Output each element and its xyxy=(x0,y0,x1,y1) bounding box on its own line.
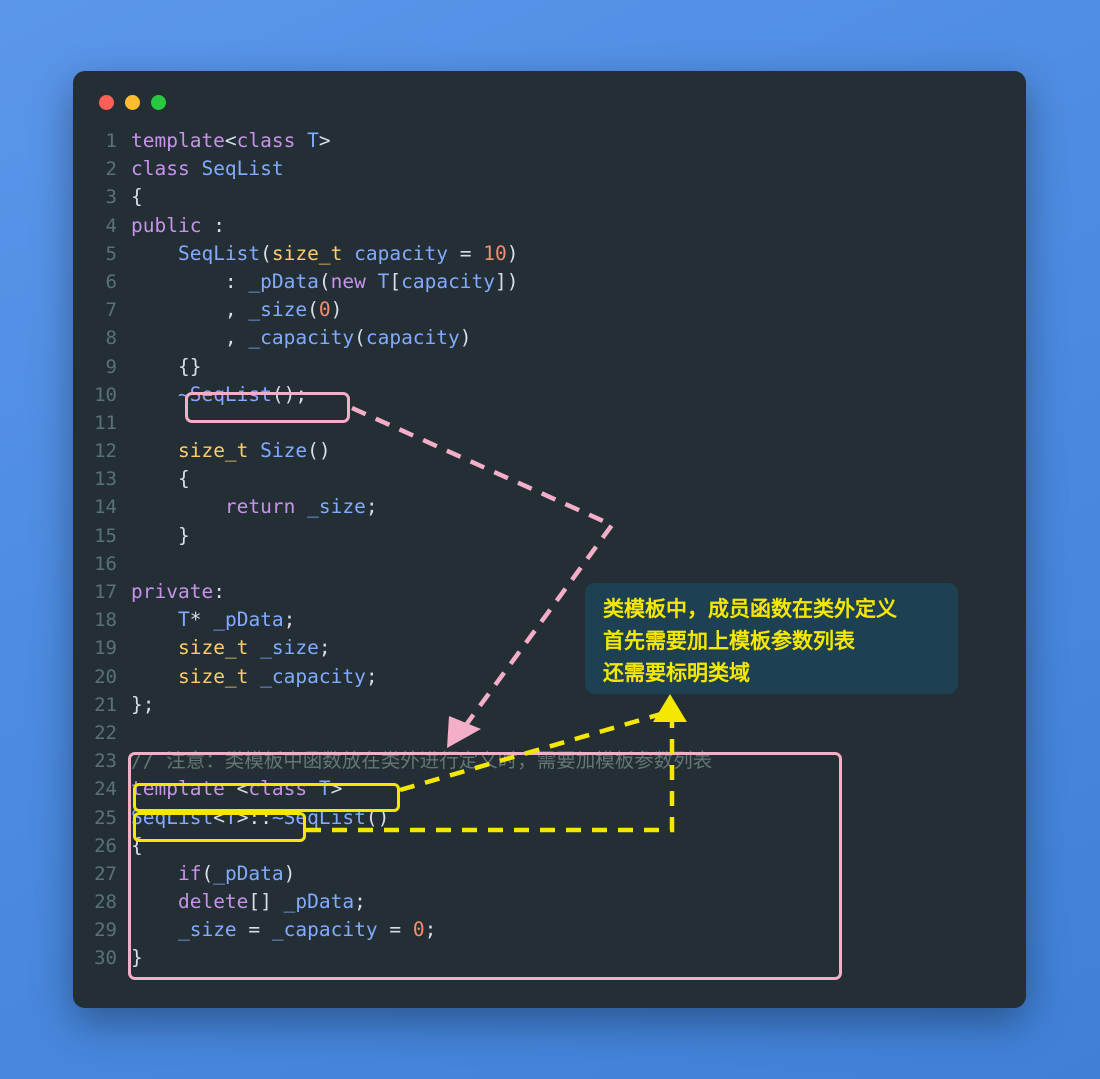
code-line-text: _size = _capacity = 0; xyxy=(177,918,437,942)
line-number: 28 xyxy=(94,891,117,914)
code-line-text: size_t _size; xyxy=(177,636,331,660)
line-number: 23 xyxy=(94,750,117,773)
code-line-text: public : xyxy=(131,213,225,237)
code-line[interactable]: 25 SeqList<T>::~SeqList() xyxy=(73,804,1026,832)
code-line[interactable]: 16 xyxy=(73,550,1026,578)
code-editor-window: 1 template<class T> 2 class SeqList 3{4 publi… xyxy=(73,71,1026,1008)
line-number: 5 xyxy=(105,242,117,265)
code-line-text: : _pData(new T[capacity]) xyxy=(224,269,519,293)
code-line-text: {} xyxy=(177,354,202,378)
code-line-text: // 注意：类模板中函数放在类外进行定义时，需要加模板参数列表 xyxy=(131,749,713,773)
line-number: 12 xyxy=(94,440,117,463)
code-line-text: private: xyxy=(131,580,225,603)
code-line[interactable]: 14 return _size; xyxy=(73,493,1026,521)
code-line-text: size_t _capacity; xyxy=(177,664,378,688)
line-number: 27 xyxy=(94,862,117,885)
code-line-text: if(_pData) xyxy=(177,861,296,885)
code-line-text: } xyxy=(177,523,190,547)
code-line[interactable]: 9 {} xyxy=(73,353,1026,381)
code-line[interactable]: 22 xyxy=(73,719,1026,747)
code-line[interactable]: 21}; xyxy=(73,691,1026,719)
line-number: 2 xyxy=(105,158,117,181)
line-number: 30 xyxy=(94,947,117,970)
line-number: 16 xyxy=(94,552,117,575)
code-line-text: , _size(0) xyxy=(224,298,343,322)
minimize-button[interactable] xyxy=(125,95,140,110)
code-line-text: { xyxy=(177,467,190,491)
line-number: 26 xyxy=(94,834,117,857)
code-line-text: { xyxy=(131,833,143,857)
line-number: 20 xyxy=(94,665,117,688)
code-line-text: size_t Size() xyxy=(177,439,331,463)
code-line-text: }; xyxy=(131,692,155,716)
code-line[interactable]: 18 T* _pData; xyxy=(73,606,1026,634)
line-number: 1 xyxy=(105,130,117,152)
code-line-text: { xyxy=(131,185,143,209)
code-line[interactable]: 11 xyxy=(73,409,1026,437)
code-line-text: return _size; xyxy=(224,495,378,519)
code-line-text: ~SeqList(); xyxy=(177,382,308,406)
code-line[interactable]: 10 ~SeqList(); xyxy=(73,381,1026,409)
line-number: 4 xyxy=(105,214,117,237)
code-line-text: } xyxy=(131,946,143,970)
line-number: 17 xyxy=(94,581,117,603)
line-number: 10 xyxy=(94,383,117,406)
code-line[interactable]: 24 template <class T> xyxy=(73,775,1026,803)
line-number: 22 xyxy=(94,721,117,744)
line-number: 19 xyxy=(94,637,117,660)
code-line[interactable]: 17 private: xyxy=(73,578,1026,606)
code-line[interactable]: 13 { xyxy=(73,465,1026,493)
line-number: 18 xyxy=(94,609,117,632)
code-line[interactable]: 2 class SeqList xyxy=(73,155,1026,183)
code-line[interactable]: 12 size_t Size() xyxy=(73,437,1026,465)
code-line-text: SeqList<T>::~SeqList() xyxy=(131,805,390,829)
code-line-text: template<class T> xyxy=(131,129,331,152)
line-number: 11 xyxy=(94,411,117,434)
line-number: 9 xyxy=(105,355,117,378)
code-line[interactable]: 1 template<class T> xyxy=(73,127,1026,155)
code-line-text: class SeqList xyxy=(131,157,284,181)
code-line[interactable]: 19 size_t _size; xyxy=(73,634,1026,662)
code-line-text: template <class T> xyxy=(131,777,343,801)
code-line-text: , _capacity(capacity) xyxy=(224,326,472,350)
code-line[interactable]: 8 , _capacity(capacity) xyxy=(73,324,1026,352)
code-line[interactable]: 30} xyxy=(73,944,1026,972)
line-number: 25 xyxy=(94,806,117,829)
line-number: 8 xyxy=(105,327,117,350)
code-line[interactable]: 23 // 注意：类模板中函数放在类外进行定义时，需要加模板参数列表 xyxy=(73,747,1026,775)
line-number: 14 xyxy=(94,496,117,519)
code-line[interactable]: 27 if(_pData) xyxy=(73,860,1026,888)
line-number: 24 xyxy=(94,778,117,801)
maximize-button[interactable] xyxy=(151,95,166,110)
code-line-text: SeqList(size_t capacity = 10) xyxy=(177,241,519,265)
code-line-text: delete[] _pData; xyxy=(177,890,366,914)
code-line[interactable]: 29 _size = _capacity = 0; xyxy=(73,916,1026,944)
code-line-text: T* _pData; xyxy=(177,608,296,632)
line-number: 21 xyxy=(94,693,117,716)
code-line[interactable]: 20 size_t _capacity; xyxy=(73,663,1026,691)
code-line[interactable]: 7 , _size(0) xyxy=(73,296,1026,324)
code-line[interactable]: 3{ xyxy=(73,183,1026,211)
line-number: 29 xyxy=(94,919,117,942)
code-line[interactable]: 26 { xyxy=(73,832,1026,860)
code-line[interactable]: 6 : _pData(new T[capacity]) xyxy=(73,268,1026,296)
line-number: 6 xyxy=(105,270,117,293)
line-number: 3 xyxy=(105,186,117,209)
code-line[interactable]: 5 SeqList(size_t capacity = 10) xyxy=(73,240,1026,268)
line-number: 15 xyxy=(94,524,117,547)
line-number: 13 xyxy=(94,468,117,491)
line-number: 7 xyxy=(105,299,117,322)
close-button[interactable] xyxy=(99,95,114,110)
code-area[interactable]: 1 template<class T> 2 class SeqList 3{4 publi… xyxy=(73,127,1026,1008)
code-line[interactable]: 4 public : xyxy=(73,212,1026,240)
code-line[interactable]: 28 delete[] _pData; xyxy=(73,888,1026,916)
code-line[interactable]: 15 } xyxy=(73,522,1026,550)
window-titlebar xyxy=(73,71,1026,127)
